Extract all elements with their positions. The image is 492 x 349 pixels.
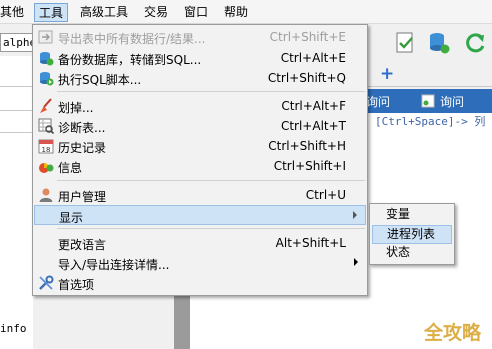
export-icon xyxy=(38,30,53,44)
left-info-text: info xyxy=(0,322,27,335)
menu-item-shortcut: Ctrl+Alt+F xyxy=(281,99,346,113)
watermark-text: 全攻略 xyxy=(424,322,482,344)
menu-trade[interactable]: 交易 xyxy=(140,3,172,22)
menu-separator xyxy=(57,91,365,92)
menu-item-label: 执行SQL脚本... xyxy=(58,73,142,87)
menu-item-preferences[interactable]: 首选项 xyxy=(34,273,366,293)
menu-item-display[interactable]: 显示 xyxy=(34,205,366,225)
database-backup-icon xyxy=(40,52,54,66)
refresh-icon[interactable] xyxy=(463,30,487,56)
menu-item-label: 划掉... xyxy=(58,101,94,115)
menu-bar: 其他 工具 高级工具 交易 窗口 帮助 xyxy=(0,0,492,24)
menu-item-flush[interactable]: 划掉... Ctrl+Alt+F xyxy=(34,96,366,116)
menu-item-history[interactable]: 18 历史记录 Ctrl+Shift+H xyxy=(34,136,366,156)
display-submenu: 变量 进程列表 状态 xyxy=(369,203,455,265)
info-pie-icon xyxy=(39,163,54,173)
menu-item-backup-database[interactable]: 备份数据库，转储到SQL... Ctrl+Alt+E xyxy=(34,48,366,68)
menu-item-label: 导入/导出连接详情... xyxy=(58,258,170,272)
menu-item-label: 历史记录 xyxy=(58,141,107,155)
menu-item-info[interactable]: 信息 Ctrl+Shift+I xyxy=(34,156,366,176)
divider xyxy=(0,86,33,87)
menu-item-user-management[interactable]: 用户管理 Ctrl+U xyxy=(34,185,366,205)
menu-advanced-tools[interactable]: 高级工具 xyxy=(76,3,132,22)
divider xyxy=(0,110,33,111)
menu-separator xyxy=(57,228,365,229)
divider xyxy=(0,132,33,133)
broom-icon xyxy=(40,98,52,113)
left-panel xyxy=(0,56,33,349)
clipboard-check-icon[interactable] xyxy=(393,30,417,56)
menu-item-export-rows[interactable]: 导出表中所有数据行/结果... Ctrl+Shift+E xyxy=(34,27,366,47)
menu-item-shortcut: Ctrl+Shift+Q xyxy=(267,71,346,85)
menu-item-label: 首选项 xyxy=(58,278,95,292)
menu-item-shortcut: Ctrl+Alt+T xyxy=(280,119,346,133)
submenu-item-variables[interactable]: 变量 xyxy=(372,206,452,225)
diagnose-table-icon xyxy=(38,118,54,134)
calendar-icon: 18 xyxy=(38,139,54,154)
svg-text:18: 18 xyxy=(42,146,51,154)
menu-item-shortcut: Alt+Shift+L xyxy=(275,236,346,250)
menu-other[interactable]: 其他 xyxy=(0,3,28,22)
menu-item-shortcut: Ctrl+Alt+E xyxy=(280,51,346,65)
menu-item-label: 信息 xyxy=(58,161,83,175)
menu-item-change-language[interactable]: 更改语言 Alt+Shift+L xyxy=(34,233,366,253)
menu-item-shortcut: Ctrl+Shift+H xyxy=(268,139,346,153)
query-tab-label[interactable]: 询问 xyxy=(366,93,390,110)
menu-item-label: 导出表中所有数据行/结果... xyxy=(58,32,206,46)
query-tab-bar: 询问 询问 xyxy=(364,89,492,113)
menu-item-diagnose-table[interactable]: 诊断表... Ctrl+Alt+T xyxy=(34,116,366,136)
autocomplete-hint: ，[Ctrl+Space]-> 列 xyxy=(364,115,486,128)
menu-item-label: 诊断表... xyxy=(58,121,106,135)
menu-help[interactable]: 帮助 xyxy=(220,3,252,22)
execute-sql-icon xyxy=(40,72,54,86)
tab-divider xyxy=(364,86,492,87)
menu-item-label: 更改语言 xyxy=(58,238,107,252)
user-icon xyxy=(39,188,53,202)
preferences-icon xyxy=(39,275,54,290)
menu-item-import-export-connections[interactable]: 导入/导出连接详情... xyxy=(34,253,366,273)
query-tab-icon xyxy=(421,94,435,108)
query-tab-label[interactable]: 询问 xyxy=(440,93,464,110)
submenu-arrow-icon xyxy=(354,258,358,266)
menu-item-execute-sql[interactable]: 执行SQL脚本... Ctrl+Shift+Q xyxy=(34,68,366,88)
menu-item-label: 显示 xyxy=(59,211,84,225)
menu-item-label: 用户管理 xyxy=(58,190,107,204)
connection-input[interactable]: alphe xyxy=(0,33,33,52)
menu-item-shortcut: Ctrl+U xyxy=(305,188,346,202)
database-sync-icon[interactable] xyxy=(427,30,451,56)
menu-item-shortcut: Ctrl+Shift+I xyxy=(273,159,346,173)
submenu-item-status[interactable]: 状态 xyxy=(372,244,452,263)
menu-separator xyxy=(57,180,365,181)
submenu-item-process-list[interactable]: 进程列表 xyxy=(372,225,452,244)
tools-menu-dropdown: 导出表中所有数据行/结果... Ctrl+Shift+E 备份数据库，转储到SQ… xyxy=(32,24,368,296)
menu-item-label: 备份数据库，转储到SQL... xyxy=(58,53,202,67)
menu-tools[interactable]: 工具 xyxy=(34,3,69,22)
submenu-arrow-icon xyxy=(353,211,357,219)
menu-item-shortcut: Ctrl+Shift+E xyxy=(269,30,346,44)
add-tab-icon[interactable]: + xyxy=(380,64,394,84)
menu-window[interactable]: 窗口 xyxy=(180,3,212,22)
